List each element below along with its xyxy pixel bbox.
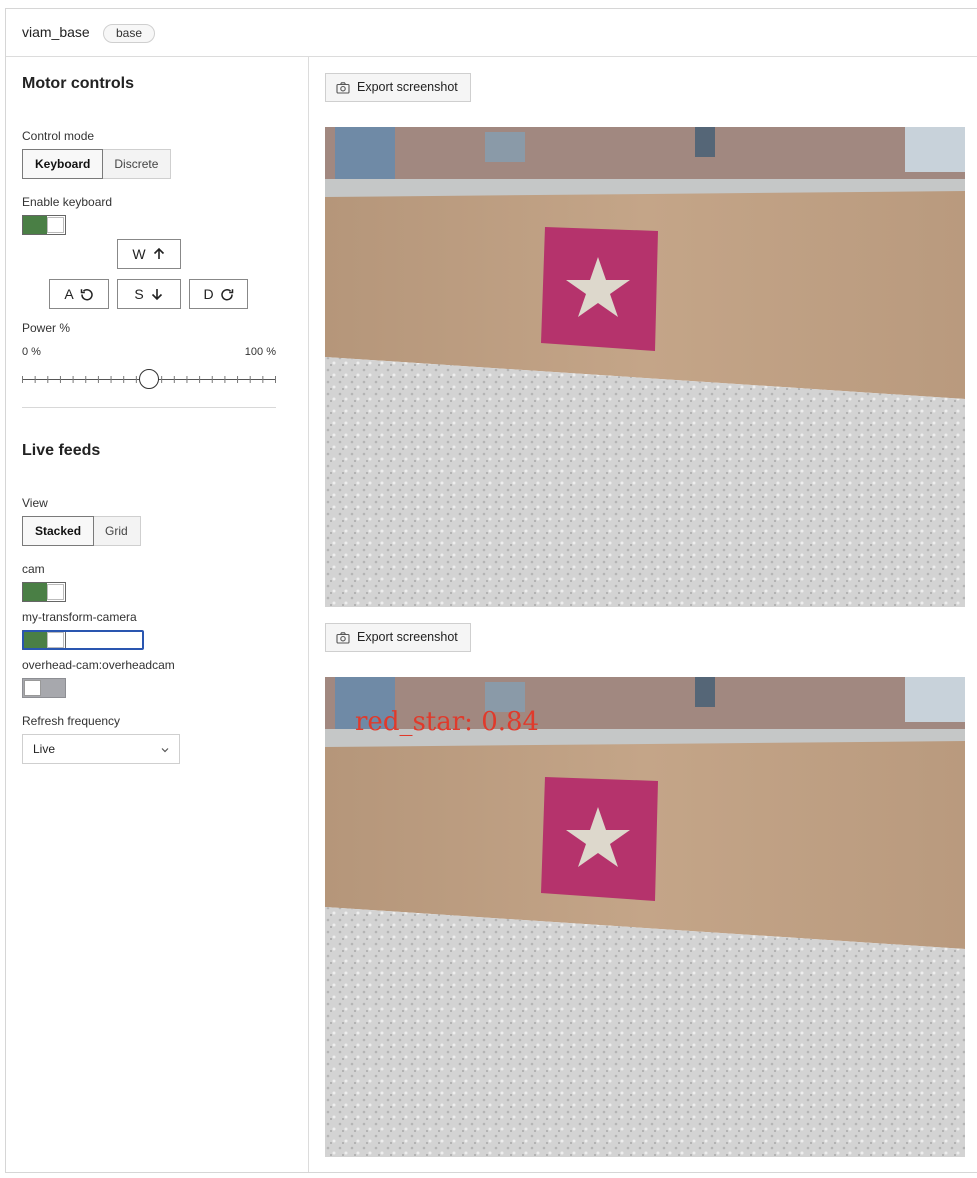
view-grid-button[interactable]: Grid <box>93 517 140 545</box>
power-label: Power % <box>22 321 71 335</box>
refresh-frequency-value: Live <box>33 742 56 756</box>
key-s-backward[interactable]: S <box>117 279 181 309</box>
app-frame: viam_base base Motor controls Control mo… <box>5 8 977 1173</box>
power-min-label: 0 % <box>22 346 41 358</box>
camera-frame-image <box>325 677 965 1157</box>
camera-switch-cam[interactable] <box>22 582 66 602</box>
power-slider[interactable] <box>22 367 276 391</box>
feeds-panel: Export screenshot Export screenshot red_… <box>310 57 977 1172</box>
camera-label-cam: cam <box>22 562 45 576</box>
power-max-label: 100 % <box>244 346 276 358</box>
camera-icon <box>336 631 350 644</box>
key-d-rotate-right[interactable]: D <box>189 279 248 309</box>
camera-icon <box>336 81 350 94</box>
switch-fill <box>23 583 47 601</box>
switch-fill <box>23 631 47 649</box>
camera-label-transform: my-transform-camera <box>22 610 137 624</box>
camera-stream-cam <box>325 127 965 607</box>
live-feeds-title: Live feeds <box>22 442 101 459</box>
camera-switch-transform[interactable] <box>22 630 66 650</box>
key-s-label: S <box>134 286 144 302</box>
export-screenshot-label: Export screenshot <box>357 630 458 644</box>
section-divider <box>22 407 276 408</box>
key-a-rotate-left[interactable]: A <box>49 279 109 309</box>
refresh-frequency-select[interactable]: Live <box>22 734 180 764</box>
refresh-frequency-label: Refresh frequency <box>22 714 121 728</box>
switch-knob <box>24 680 41 696</box>
key-w-forward[interactable]: W <box>117 239 181 269</box>
component-header: viam_base base <box>6 9 977 57</box>
enable-keyboard-label: Enable keyboard <box>22 195 113 209</box>
component-name: viam_base <box>22 24 90 40</box>
control-sidebar: Motor controls Control mode Keyboard Dis… <box>6 57 309 1172</box>
slider-thumb[interactable] <box>139 369 159 389</box>
switch-fill <box>23 216 47 234</box>
export-screenshot-button[interactable]: Export screenshot <box>325 623 471 652</box>
switch-knob <box>47 632 64 648</box>
mode-keyboard-button[interactable]: Keyboard <box>22 149 104 179</box>
chevron-down-icon <box>161 748 169 753</box>
power-range-labels: 0 % 100 % <box>22 346 276 358</box>
switch-knob <box>47 217 64 233</box>
switch-knob <box>47 584 64 600</box>
view-stacked-button[interactable]: Stacked <box>22 516 95 546</box>
camera-label-overhead: overhead-cam:overheadcam <box>22 658 175 672</box>
export-screenshot-label: Export screenshot <box>357 80 458 94</box>
view-toggle: Stacked Grid <box>22 516 141 546</box>
view-label: View <box>22 496 48 510</box>
key-d-label: D <box>203 286 214 302</box>
camera-switch-overhead[interactable] <box>22 678 66 698</box>
arrow-up-icon <box>153 247 164 259</box>
motor-controls-title: Motor controls <box>22 75 134 92</box>
rotate-right-icon <box>220 289 233 301</box>
arrow-down-icon <box>151 289 162 301</box>
control-mode-toggle: Keyboard Discrete <box>22 149 172 179</box>
mode-discrete-button[interactable]: Discrete <box>102 150 170 178</box>
control-mode-label: Control mode <box>22 129 95 143</box>
key-w-label: W <box>132 246 146 262</box>
camera-stream-transform: red_star: 0.84 <box>325 677 965 1157</box>
export-screenshot-button[interactable]: Export screenshot <box>325 73 471 102</box>
camera-frame-image <box>325 127 965 607</box>
component-type-badge: base <box>103 24 156 43</box>
rotate-left-icon <box>80 289 93 301</box>
enable-keyboard-switch[interactable] <box>22 215 66 235</box>
key-a-label: A <box>64 286 74 302</box>
